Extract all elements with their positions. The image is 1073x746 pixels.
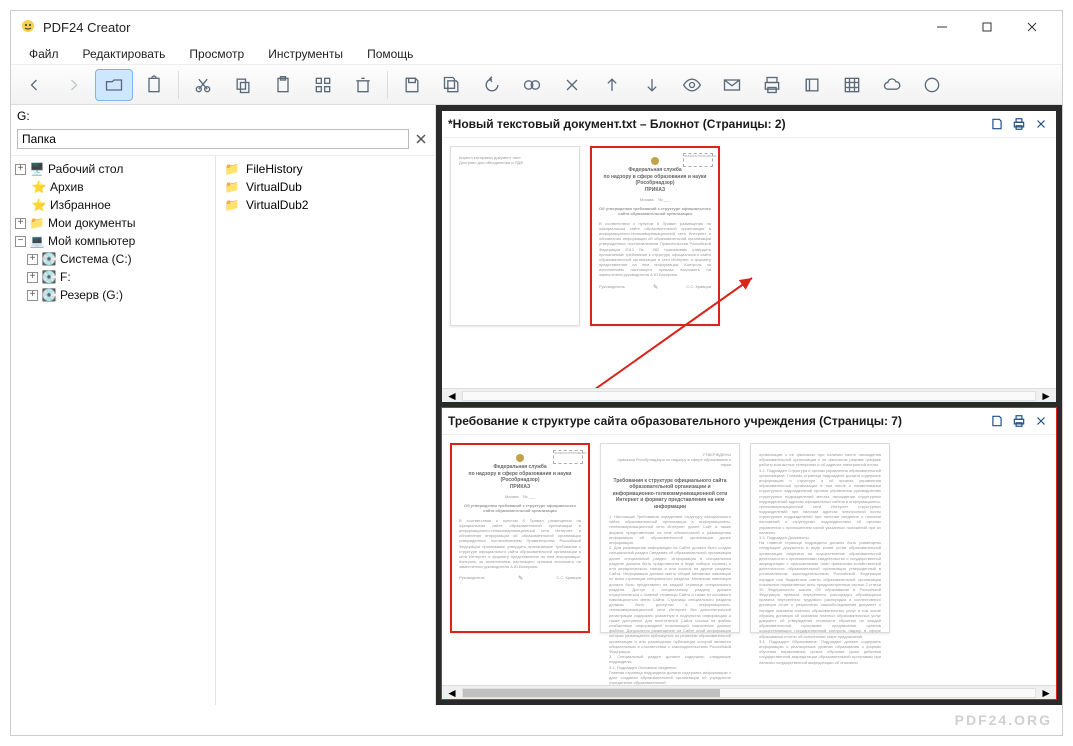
tree-mydocs[interactable]: +📁Мои документы [13, 214, 213, 232]
tree-mycomp[interactable]: −💻Мой компьютер [13, 232, 213, 250]
doc2-page-3[interactable]: организации о ее филиалах при наличии ме… [750, 443, 890, 633]
doc2-head: Требование к структуре сайта образовател… [442, 408, 1056, 435]
doc1-page-2[interactable]: ЗАРЕГИСТРИРОВАНО Федеральная службапо на… [590, 146, 720, 326]
doc1-save-icon[interactable] [988, 115, 1006, 133]
doc2-body[interactable]: ЗАРЕГИСТРИРОВАНО Федеральная службапо на… [442, 435, 1056, 685]
folder-tree[interactable]: +🖥️Рабочий стол ⭐Архив ⭐Избранное +📁Мои … [11, 156, 216, 705]
stamp-icon: ЗАРЕГИСТРИРОВАНО [683, 153, 713, 167]
folder-dropdown[interactable] [17, 129, 409, 149]
menubar: Файл Редактировать Просмотр Инструменты … [11, 43, 1062, 65]
rotate-both-button[interactable] [513, 69, 551, 101]
close-button[interactable] [1009, 13, 1054, 41]
new-button[interactable] [135, 69, 173, 101]
titlebar: PDF24 Creator [11, 11, 1062, 43]
list-item[interactable]: 📁VirtualDub2 [222, 196, 429, 214]
document-pane-2: Требование к структуре сайта образовател… [442, 408, 1056, 699]
back-button[interactable] [15, 69, 53, 101]
app-icon [19, 17, 37, 38]
window-title: PDF24 Creator [43, 20, 130, 35]
menu-tools[interactable]: Инструменты [258, 45, 353, 63]
doc2-scrollbar[interactable]: ◄ ► [442, 685, 1056, 699]
document-pane-1: *Новый текстовый документ.txt – Блокнот … [442, 111, 1056, 402]
doc2-print-icon[interactable] [1010, 412, 1028, 430]
save-button[interactable] [393, 69, 431, 101]
cancel-button[interactable] [553, 69, 591, 101]
close-icon[interactable] [413, 131, 429, 147]
app-window: PDF24 Creator Файл Редактировать Просмот… [10, 10, 1063, 736]
doc1-body[interactable]: Кирилл котировал документ листДоступен д… [442, 138, 1056, 388]
document-area: *Новый текстовый документ.txt – Блокнот … [436, 105, 1062, 705]
paste-button[interactable] [264, 69, 302, 101]
scroll-right-icon[interactable]: ► [1040, 389, 1052, 403]
copy-button[interactable] [224, 69, 262, 101]
doc2-save-icon[interactable] [988, 412, 1006, 430]
rotate-left-button[interactable] [473, 69, 511, 101]
doc2-page-2[interactable]: УТВЕРЖДЕНЫприказом Рособрнадзора по надз… [600, 443, 740, 633]
folder-selector-row [11, 127, 435, 156]
tree-archive[interactable]: ⭐Архив [13, 178, 213, 196]
maximize-button[interactable] [964, 13, 1009, 41]
print-button[interactable] [753, 69, 791, 101]
grid2-button[interactable] [833, 69, 871, 101]
menu-edit[interactable]: Редактировать [73, 45, 176, 63]
cut-button[interactable] [184, 69, 222, 101]
cloud-button[interactable] [873, 69, 911, 101]
doc2-page-1[interactable]: ЗАРЕГИСТРИРОВАНО Федеральная службапо на… [450, 443, 590, 633]
window-controls [919, 13, 1054, 41]
ring-button[interactable] [913, 69, 951, 101]
menu-view[interactable]: Просмотр [179, 45, 254, 63]
list-item[interactable]: 📁FileHistory [222, 160, 429, 178]
menu-file[interactable]: Файл [19, 45, 69, 63]
left-panel: G: +🖥️Рабочий стол ⭐Архив ⭐Избранное +📁М… [11, 105, 436, 705]
mail-button[interactable] [713, 69, 751, 101]
list-item[interactable]: 📁VirtualDub [222, 178, 429, 196]
grid-button[interactable] [304, 69, 342, 101]
save-all-button[interactable] [433, 69, 471, 101]
main-area: G: +🖥️Рабочий стол ⭐Архив ⭐Избранное +📁М… [11, 105, 1062, 705]
forward-button[interactable] [55, 69, 93, 101]
folder-list[interactable]: 📁FileHistory 📁VirtualDub 📁VirtualDub2 [216, 156, 435, 705]
footer: PDF24.ORG [11, 705, 1062, 735]
menu-help[interactable]: Помощь [357, 45, 423, 63]
up-button[interactable] [593, 69, 631, 101]
tree-desktop[interactable]: +🖥️Рабочий стол [13, 160, 213, 178]
scroll-left-icon[interactable]: ◄ [446, 686, 458, 700]
tree-favorites[interactable]: ⭐Избранное [13, 196, 213, 214]
preview-button[interactable] [673, 69, 711, 101]
scroll-left-icon[interactable]: ◄ [446, 389, 458, 403]
doc2-title: Требование к структуре сайта образовател… [448, 414, 902, 428]
path-label: G: [11, 105, 435, 127]
open-button[interactable] [95, 69, 133, 101]
toolbar [11, 65, 1062, 105]
scroll-right-icon[interactable]: ► [1040, 686, 1052, 700]
tree-system-c[interactable]: +💽Система (C:) [13, 250, 213, 268]
tree-drive-f[interactable]: +💽F: [13, 268, 213, 286]
doc1-print-icon[interactable] [1010, 115, 1028, 133]
stamp-icon: ЗАРЕГИСТРИРОВАНО [553, 450, 583, 464]
down-button[interactable] [633, 69, 671, 101]
doc1-page-1[interactable]: Кирилл котировал документ листДоступен д… [450, 146, 580, 326]
brand-label: PDF24.ORG [955, 712, 1052, 728]
doc1-title: *Новый текстовый документ.txt – Блокнот … [448, 117, 786, 131]
doc1-scrollbar[interactable]: ◄ ► [442, 388, 1056, 402]
delete-button[interactable] [344, 69, 382, 101]
doc1-close-icon[interactable] [1032, 115, 1050, 133]
minimize-button[interactable] [919, 13, 964, 41]
doc2-close-icon[interactable] [1032, 412, 1050, 430]
fax-button[interactable] [793, 69, 831, 101]
tree-reserve-g[interactable]: +💽Резерв (G:) [13, 286, 213, 304]
doc1-head: *Новый текстовый документ.txt – Блокнот … [442, 111, 1056, 138]
